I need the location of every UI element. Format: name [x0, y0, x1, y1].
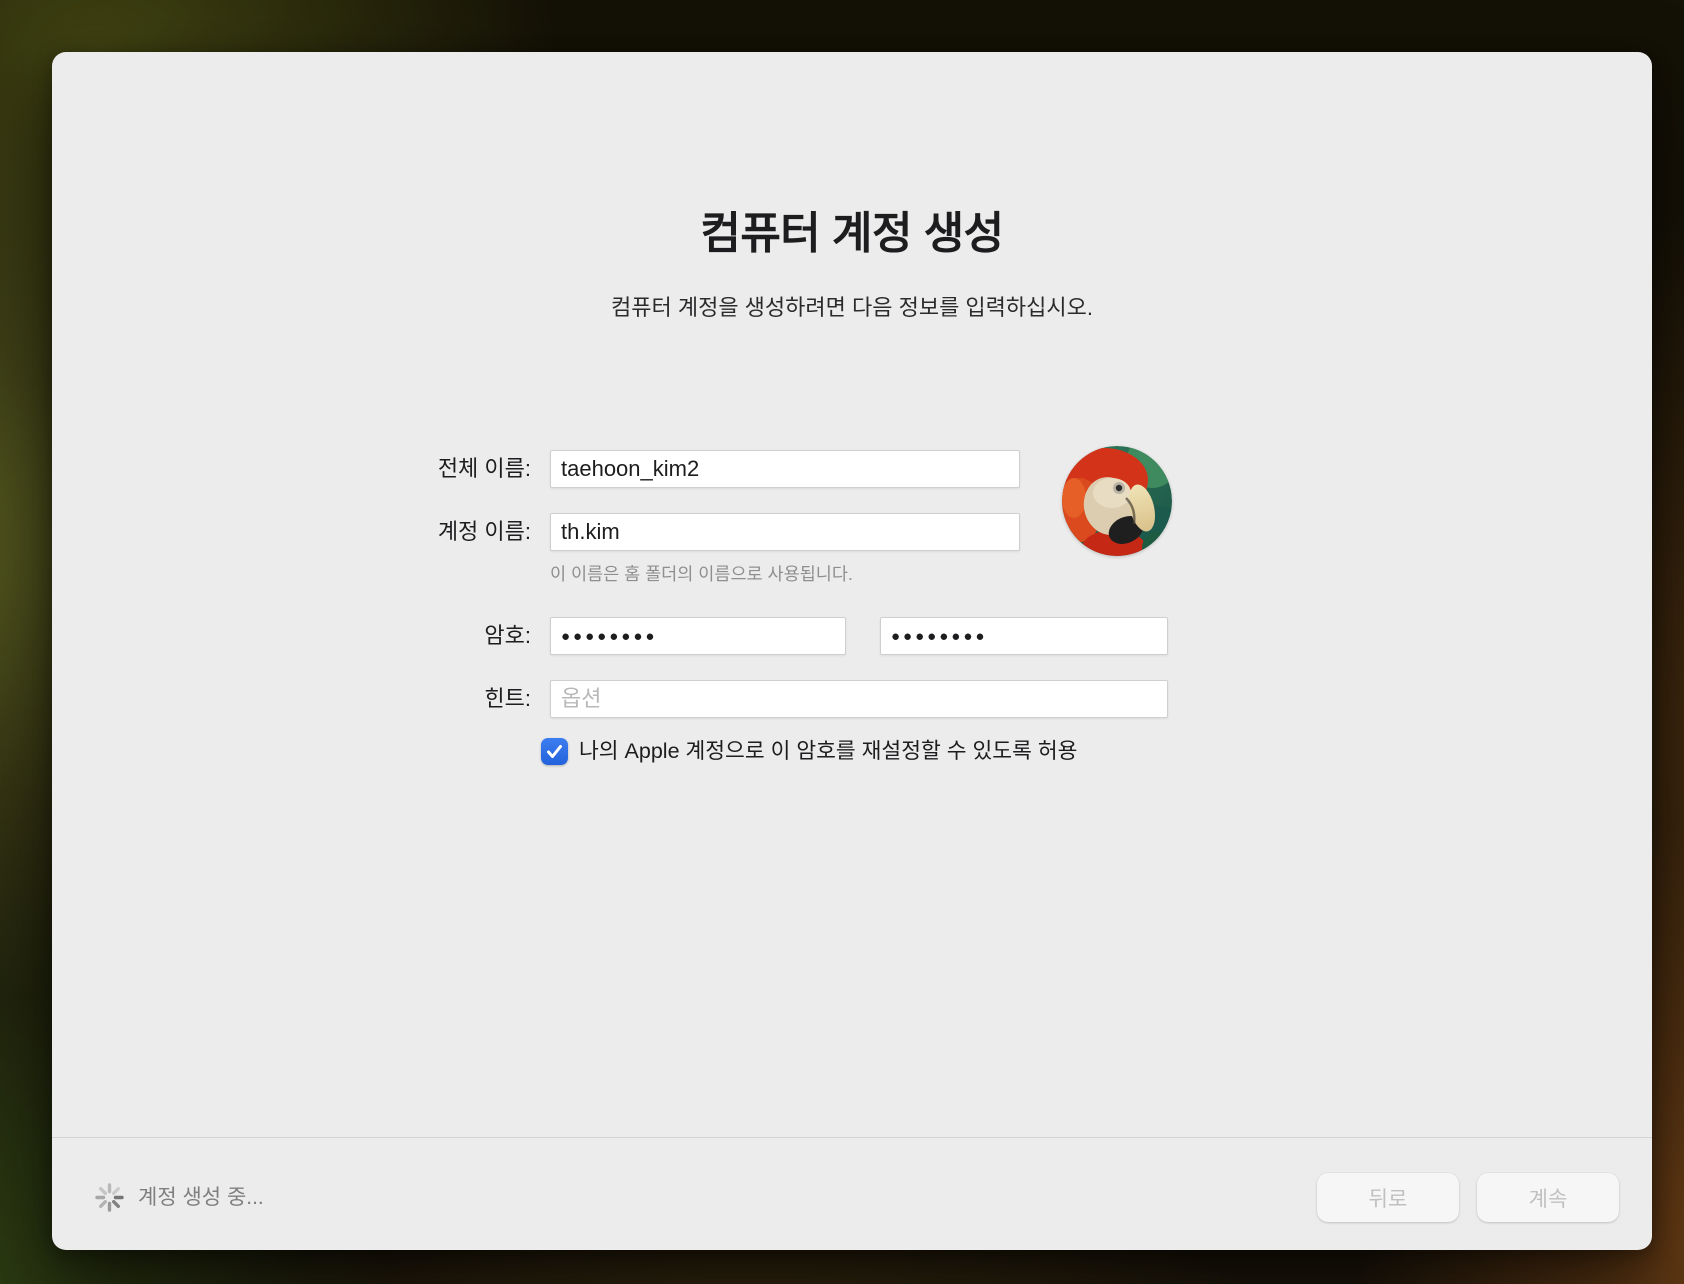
apple-reset-checkbox[interactable]	[541, 738, 568, 765]
back-button[interactable]: 뒤로	[1317, 1173, 1459, 1222]
checkmark-icon	[545, 742, 564, 761]
full-name-input[interactable]	[550, 450, 1020, 488]
account-name-input[interactable]	[550, 513, 1020, 551]
apple-reset-checkbox-label: 나의 Apple 계정으로 이 암호를 재설정할 수 있도록 허용	[579, 738, 1077, 765]
account-name-label: 계정 이름:	[131, 513, 531, 551]
full-name-label: 전체 이름:	[131, 450, 531, 488]
setup-assistant-window: 컴퓨터 계정 생성 컴퓨터 계정을 생성하려면 다음 정보를 입력하십시오. 전…	[52, 52, 1652, 1250]
password-verify-input[interactable]	[880, 617, 1168, 655]
page-subtitle: 컴퓨터 계정을 생성하려면 다음 정보를 입력하십시오.	[52, 290, 1652, 322]
parrot-avatar-icon	[1062, 446, 1172, 556]
continue-button[interactable]: 계속	[1477, 1173, 1619, 1222]
password-hint-input[interactable]	[550, 680, 1168, 718]
account-avatar[interactable]	[1062, 446, 1172, 556]
password-label: 암호:	[131, 617, 531, 655]
progress-spinner-icon	[94, 1182, 125, 1213]
footer-divider	[52, 1137, 1652, 1138]
account-name-help-text: 이 이름은 홈 폴더의 이름으로 사용됩니다.	[550, 561, 853, 586]
hint-label: 힌트:	[131, 680, 531, 718]
status-text: 계정 생성 중...	[138, 1182, 264, 1213]
password-input[interactable]	[550, 617, 846, 655]
page-title: 컴퓨터 계정 생성	[52, 197, 1652, 261]
desktop-background: { "window": { "title": "컴퓨터 계정 생성", "sub…	[0, 0, 1684, 1284]
